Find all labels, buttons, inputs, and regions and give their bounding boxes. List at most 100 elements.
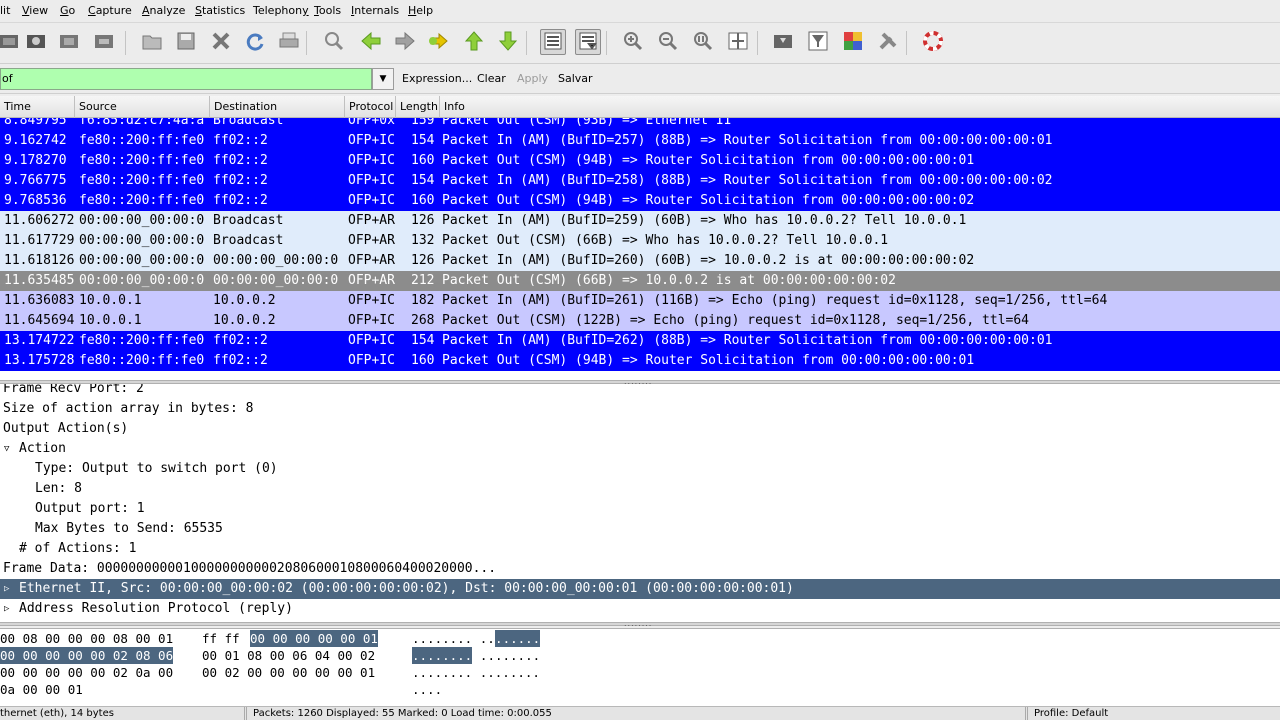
packet-len-cell: 154 (411, 173, 435, 188)
restart-capture-button[interactable] (91, 29, 117, 55)
packet-dst-cell: 10.0.0.2 (213, 313, 276, 328)
packet-row[interactable]: 8.849795 f6:85:d2:c7:4a:a Broadcast OFP+0x 1… (0, 118, 1280, 131)
packet-row[interactable]: 13.175728 fe80::200:ff:fe0 ff02::2 OFP+IC 16… (0, 351, 1280, 371)
packet-row[interactable]: 11.617729 00:00:00_00:00:0 Broadcast OFP+AR… (0, 231, 1280, 251)
packet-row[interactable]: 9.178270 fe80::200:ff:fe0 ff02::2 OFP+IC 160… (0, 151, 1280, 171)
start-capture-button[interactable] (56, 29, 82, 55)
expression-button[interactable]: Expression... (402, 72, 472, 86)
help-button[interactable] (920, 29, 946, 55)
packet-row[interactable]: 9.162742 fe80::200:ff:fe0 ff02::2 OFP+IC 154… (0, 131, 1280, 151)
coloring-rules-button[interactable] (840, 29, 866, 55)
column-header-length[interactable]: Length (396, 96, 440, 118)
zoom-in-button[interactable] (620, 29, 646, 55)
go-to-packet-button[interactable] (425, 29, 451, 55)
display-filter-input[interactable]: of (0, 68, 372, 90)
capture-filters-button[interactable] (770, 29, 796, 55)
autoscroll-button[interactable] (575, 29, 601, 55)
resize-columns-button[interactable] (725, 29, 751, 55)
status-profile[interactable]: Profile: Default (1034, 707, 1108, 720)
detail-row[interactable]: Frame Data: 0000000000010000000000020806… (0, 559, 1280, 579)
detail-row[interactable]: # of Actions: 1 (0, 539, 1280, 559)
open-file-button[interactable] (139, 29, 165, 55)
interface-list-button[interactable] (0, 29, 22, 55)
column-header-source[interactable]: Source (75, 96, 210, 118)
packet-row[interactable]: 11.635485 00:00:00_00:00:0 00:00:00_00:00:… (0, 271, 1280, 291)
menu-go[interactable]: Go (60, 4, 75, 18)
colorize-button[interactable] (540, 29, 566, 55)
packet-row[interactable]: 9.768536 fe80::200:ff:fe0 ff02::2 OFP+IC 160… (0, 191, 1280, 211)
menu-telephony[interactable]: Telephony (253, 4, 309, 18)
detail-row[interactable]: ▷ Address Resolution Protocol (reply) (0, 599, 1280, 619)
save-file-button[interactable] (173, 29, 199, 55)
menu-tools[interactable]: Tools (314, 4, 341, 18)
pane-splitter-bottom[interactable]: ........ (0, 620, 1280, 628)
detail-text: Address Resolution Protocol (reply) (19, 601, 293, 616)
detail-row[interactable]: Size of action array in bytes: 8 (0, 399, 1280, 419)
packet-row[interactable]: 11.618126 00:00:00_00:00:0 00:00:00_00:00:… (0, 251, 1280, 271)
menu-statistics[interactable]: Statistics (195, 4, 245, 18)
close-file-button[interactable] (208, 29, 234, 55)
detail-text: Output Action(s) (3, 421, 129, 436)
go-forward-button[interactable] (392, 29, 418, 55)
menu-internals[interactable]: Internals (351, 4, 399, 18)
packet-list[interactable]: 8.849795 f6:85:d2:c7:4a:a Broadcast OFP+0x 1… (0, 118, 1280, 380)
detail-row[interactable]: ▷ Ethernet II, Src: 00:00:00_00:00:02 (00… (0, 579, 1280, 599)
capture-options-button[interactable] (23, 29, 49, 55)
hex-bytes: 0a 00 00 01 (0, 682, 83, 697)
packet-info-cell: Packet Out (CSM) (66B) => Who has 10.0.0… (442, 233, 889, 248)
packet-row[interactable]: 11.645694 10.0.0.1 10.0.0.2 OFP+IC 268 Packet… (0, 311, 1280, 331)
column-header-protocol[interactable]: Protocol (345, 96, 396, 118)
packet-bytes-pane[interactable]: 00 08 00 00 00 08 00 01 ff ff 00 00 00 00 … (0, 628, 1280, 706)
packet-details-tree[interactable]: Frame Recv Port: 2 Size of action array i… (0, 384, 1280, 622)
packet-dst-cell: Broadcast (213, 213, 284, 228)
expander-closed-icon[interactable]: ▷ (4, 579, 9, 599)
packet-len-cell: 126 (411, 213, 435, 228)
menu-capture[interactable]: Capture (88, 4, 132, 18)
expander-open-icon[interactable]: ▽ (4, 439, 9, 459)
menu-analyze[interactable]: Analyze (142, 4, 185, 18)
packet-dst-cell: ff02::2 (213, 153, 268, 168)
zoom-normal-button[interactable] (690, 29, 716, 55)
detail-row[interactable]: ▽ Action (0, 439, 1280, 459)
packet-row[interactable]: 11.636083 10.0.0.1 10.0.0.2 OFP+IC 182 Packet… (0, 291, 1280, 311)
save-filter-button[interactable]: Salvar (558, 72, 593, 86)
detail-row[interactable]: Len: 8 (0, 479, 1280, 499)
zoom-out-button[interactable] (655, 29, 681, 55)
packet-row[interactable]: 11.606272 00:00:00_00:00:0 Broadcast OFP+AR… (0, 211, 1280, 231)
reload-button[interactable] (242, 29, 268, 55)
menu-help[interactable]: Help (408, 4, 433, 18)
clear-filter-button[interactable]: Clear (477, 72, 506, 86)
save-file-icon (175, 30, 197, 55)
toolbar-separator (306, 31, 307, 55)
preferences-button[interactable] (875, 29, 901, 55)
packet-info-cell: Packet Out (CSM) (94B) => Router Solicit… (442, 153, 975, 168)
column-header-info[interactable]: Info (440, 96, 1280, 118)
detail-row[interactable]: Type: Output to switch port (0) (0, 459, 1280, 479)
filter-dropdown-button[interactable]: ▼ (372, 68, 394, 90)
coloring-rules-icon (842, 30, 864, 55)
go-first-button[interactable] (461, 29, 487, 55)
go-back-button[interactable] (358, 29, 384, 55)
print-button[interactable] (276, 29, 302, 55)
find-button[interactable] (321, 29, 347, 55)
column-header-destination[interactable]: Destination (210, 96, 345, 118)
print-icon (278, 30, 300, 55)
go-last-button[interactable] (495, 29, 521, 55)
packet-row[interactable]: 13.174722 fe80::200:ff:fe0 ff02::2 OFP+IC 15… (0, 331, 1280, 351)
column-header-time[interactable]: Time (0, 96, 75, 118)
detail-row[interactable]: Output Action(s) (0, 419, 1280, 439)
detail-row[interactable]: Max Bytes to Send: 65535 (0, 519, 1280, 539)
menu-view[interactable]: View (22, 4, 48, 18)
menu-lit[interactable]: lit (0, 4, 10, 18)
status-separator[interactable] (1025, 707, 1028, 720)
detail-row[interactable]: Output port: 1 (0, 499, 1280, 519)
detail-row[interactable]: Frame Recv Port: 2 (0, 384, 1280, 399)
detail-text: Frame Data: 0000000000010000000000020806… (3, 561, 497, 576)
apply-filter-button[interactable]: Apply (517, 72, 548, 86)
status-field-info: thernet (eth), 14 bytes (0, 708, 114, 719)
display-filters-button[interactable] (805, 29, 831, 55)
status-separator[interactable] (244, 707, 247, 720)
restart-capture-icon (93, 30, 115, 55)
expander-closed-icon[interactable]: ▷ (4, 599, 9, 619)
packet-row[interactable]: 9.766775 fe80::200:ff:fe0 ff02::2 OFP+IC 154… (0, 171, 1280, 191)
